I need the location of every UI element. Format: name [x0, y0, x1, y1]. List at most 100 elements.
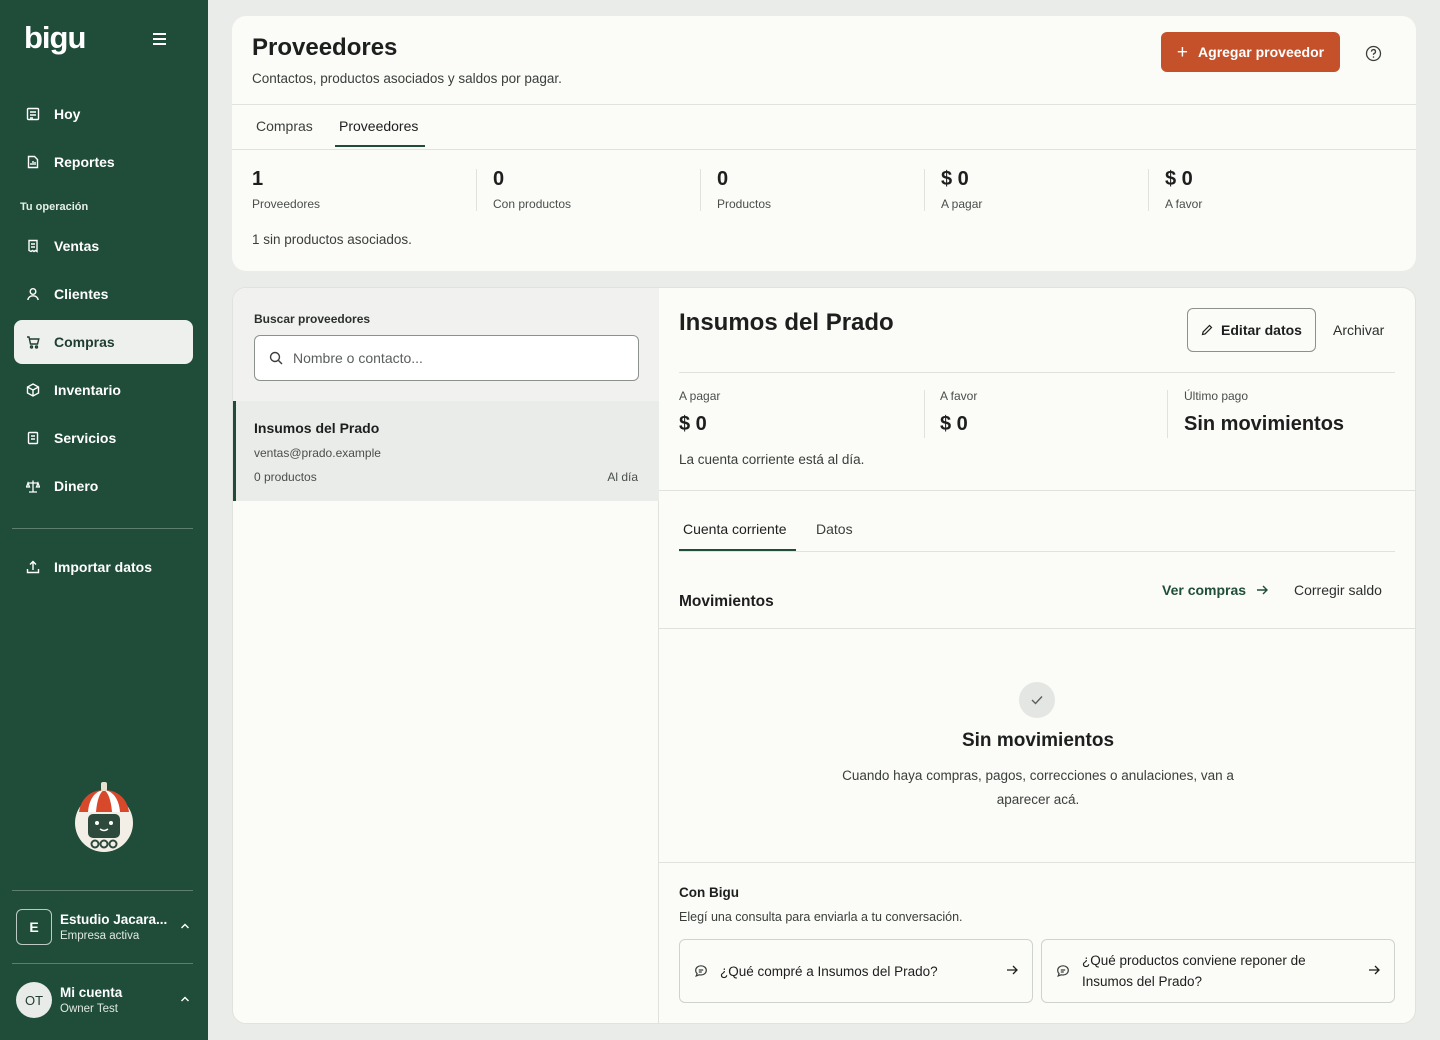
mascot-illustration [73, 780, 135, 854]
search-field[interactable] [254, 335, 639, 381]
document-icon [26, 431, 40, 445]
help-icon[interactable] [1365, 45, 1382, 62]
providers-panel: Buscar proveedores Insumos del Prado ven… [232, 287, 1416, 1024]
divider [679, 551, 1395, 552]
sidebar-section-label: Tu operación [20, 201, 89, 213]
assistant-title: Con Bigu [679, 885, 739, 900]
pencil-icon [1201, 324, 1213, 336]
stat-label: A pagar [941, 197, 983, 211]
plus-icon: + [1176, 41, 1189, 63]
chevron-up-icon [181, 996, 189, 1002]
tab-datos[interactable]: Datos [816, 521, 853, 537]
assistant-question-text: ¿Qué compré a Insumos del Prado? [720, 963, 938, 979]
archive-button[interactable]: Archivar [1333, 322, 1384, 338]
balance-divider [924, 390, 925, 438]
sidebar-item-label: Importar datos [54, 559, 153, 575]
sidebar-item-hoy[interactable]: Hoy [14, 92, 193, 136]
assistant-question-card[interactable]: ¿Qué productos conviene reponer de Insum… [1041, 939, 1395, 1003]
sidebar-divider [12, 963, 193, 964]
search-area: Buscar proveedores [233, 288, 659, 401]
company-status: Empresa activa [60, 930, 140, 942]
account-menu[interactable]: OT Mi cuenta Owner Test [16, 980, 196, 1020]
sidebar-item-clientes[interactable]: Clientes [14, 272, 193, 316]
assistant-question-card[interactable]: ¿Qué compré a Insumos del Prado? [679, 939, 1033, 1003]
receipt-icon [26, 239, 40, 253]
stat-label: A favor [1165, 197, 1203, 211]
search-input[interactable] [293, 350, 613, 366]
arrow-right-icon [1369, 965, 1380, 975]
company-badge: E [16, 909, 52, 945]
assistant-subtitle: Elegí una consulta para enviarla a tu co… [679, 910, 963, 924]
sidebar-item-reportes[interactable]: Reportes [14, 140, 193, 184]
page-subtitle: Contactos, productos asociados y saldos … [252, 71, 562, 86]
balance-divider [1167, 390, 1168, 438]
sidebar: bigu Hoy Reportes Tu operación Ventas Cl… [0, 0, 208, 1040]
sidebar-item-compras[interactable]: Compras [14, 320, 193, 364]
add-provider-button[interactable]: + Agregar proveedor [1161, 32, 1340, 72]
chevron-up-icon [181, 923, 189, 929]
balance-note: La cuenta corriente está al día. [679, 452, 865, 467]
sidebar-item-dinero[interactable]: Dinero [14, 464, 193, 508]
provider-detail-pane: Insumos del Prado Editar datos Archivar … [659, 288, 1415, 1023]
view-purchases-link[interactable]: Ver compras [1162, 582, 1269, 598]
balance-label: A pagar [679, 389, 721, 403]
sidebar-item-inventario[interactable]: Inventario [14, 368, 193, 412]
provider-email: ventas@prado.example [254, 446, 381, 460]
tab-cuenta-corriente[interactable]: Cuenta corriente [683, 521, 787, 537]
providers-list-pane: Buscar proveedores Insumos del Prado ven… [233, 288, 659, 1023]
empty-state-title: Sin movimientos [961, 730, 1115, 751]
view-purchases-label: Ver compras [1162, 582, 1247, 598]
sidebar-divider [12, 528, 193, 529]
stats-note: 1 sin productos asociados. [252, 232, 412, 247]
sidebar-item-importar[interactable]: Importar datos [14, 545, 193, 589]
sidebar-item-servicios[interactable]: Servicios [14, 416, 193, 460]
box-icon [26, 383, 40, 397]
balance-ultimo-pago: Último pago Sin movimientos [1184, 389, 1344, 436]
sidebar-item-label: Hoy [54, 106, 81, 122]
provider-products: 0 productos [254, 470, 317, 484]
sidebar-item-label: Clientes [54, 286, 109, 302]
tab-proveedores[interactable]: Proveedores [339, 118, 418, 134]
movements-title: Movimientos [679, 593, 774, 610]
stat-label: Proveedores [252, 197, 321, 211]
company-switcher[interactable]: E Estudio Jacara... Empresa activa [16, 907, 196, 947]
upload-icon [26, 560, 40, 574]
balance-value: $ 0 [940, 413, 968, 435]
edit-data-button[interactable]: Editar datos [1187, 308, 1316, 352]
divider [659, 862, 1415, 863]
sidebar-item-label: Servicios [54, 430, 117, 446]
balance-label: Último pago [1184, 389, 1249, 403]
bigu-logo[interactable]: bigu [24, 20, 86, 56]
add-provider-label: Agregar proveedor [1198, 44, 1325, 60]
provider-name: Insumos del Prado [254, 420, 380, 436]
stat-value: $ 0 [1165, 168, 1193, 190]
correct-balance-button[interactable]: Corregir saldo [1294, 582, 1382, 598]
divider [232, 149, 1416, 150]
sidebar-item-label: Ventas [54, 238, 100, 254]
divider [679, 372, 1395, 373]
stat-value: 0 [717, 168, 729, 190]
hamburger-icon[interactable] [150, 30, 172, 50]
divider [659, 490, 1415, 491]
sidebar-item-label: Compras [54, 334, 115, 350]
user-icon [26, 287, 40, 301]
stat-con-productos: 0 Con productos [493, 168, 571, 211]
search-icon [269, 351, 283, 365]
sidebar-item-ventas[interactable]: Ventas [14, 224, 193, 268]
balance-value: $ 0 [679, 413, 707, 435]
account-user: Owner Test [60, 1003, 118, 1015]
divider [659, 628, 1415, 629]
empty-state-description: Cuando haya compras, pagos, correcciones… [842, 768, 1234, 807]
provider-status: Al día [607, 470, 638, 484]
page-title: Proveedores [252, 34, 398, 61]
stat-divider [700, 169, 701, 211]
balance-value: Sin movimientos [1184, 413, 1345, 435]
stat-value: 0 [493, 168, 505, 190]
tab-compras[interactable]: Compras [256, 118, 313, 134]
stat-label: Productos [717, 197, 772, 211]
list-item[interactable]: Insumos del Prado ventas@prado.example 0… [233, 401, 659, 501]
divider [232, 104, 1416, 105]
sidebar-item-label: Reportes [54, 154, 115, 170]
chat-icon [695, 965, 707, 978]
sidebar-divider [12, 890, 193, 891]
